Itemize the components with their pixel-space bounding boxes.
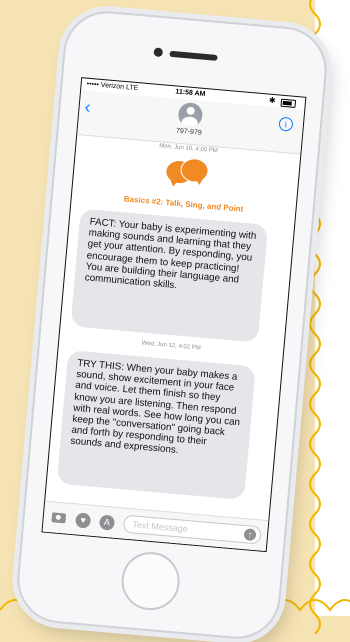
contact-avatar[interactable] [177, 101, 204, 128]
bluetooth-icon: ✱ [268, 95, 277, 106]
text-message-field[interactable]: ↑ [122, 514, 262, 545]
app-store-icon[interactable]: A [98, 514, 116, 531]
message-input-bar: ♥ A ↑ [42, 500, 269, 553]
digital-touch-heart-icon[interactable]: ♥ [74, 512, 92, 529]
camera-icon[interactable] [51, 512, 67, 524]
messages-screen: ••••• Verizon LTE 11:58 AM ✱ ‹ 797-979 i… [41, 77, 307, 553]
info-icon[interactable]: i [278, 116, 294, 132]
send-arrow-icon[interactable]: ↑ [243, 528, 257, 542]
back-chevron-icon[interactable]: ‹ [84, 97, 92, 118]
status-time: 11:58 AM [175, 88, 206, 99]
message-bubble-fact: FACT: Your baby is experimenting with ma… [70, 208, 269, 343]
message-bubble-try-this: TRY THIS: When your baby makes a sound, … [56, 350, 256, 500]
earpiece-speaker [169, 50, 218, 61]
battery-icon [280, 98, 297, 108]
front-camera [153, 47, 164, 58]
contact-name[interactable]: 797-979 [168, 127, 210, 138]
home-button[interactable] [119, 549, 183, 613]
text-message-input[interactable] [132, 519, 233, 539]
phone-frame: ••••• Verizon LTE 11:58 AM ✱ ‹ 797-979 i… [13, 7, 331, 642]
speech-bubbles-logo-icon [163, 156, 210, 196]
